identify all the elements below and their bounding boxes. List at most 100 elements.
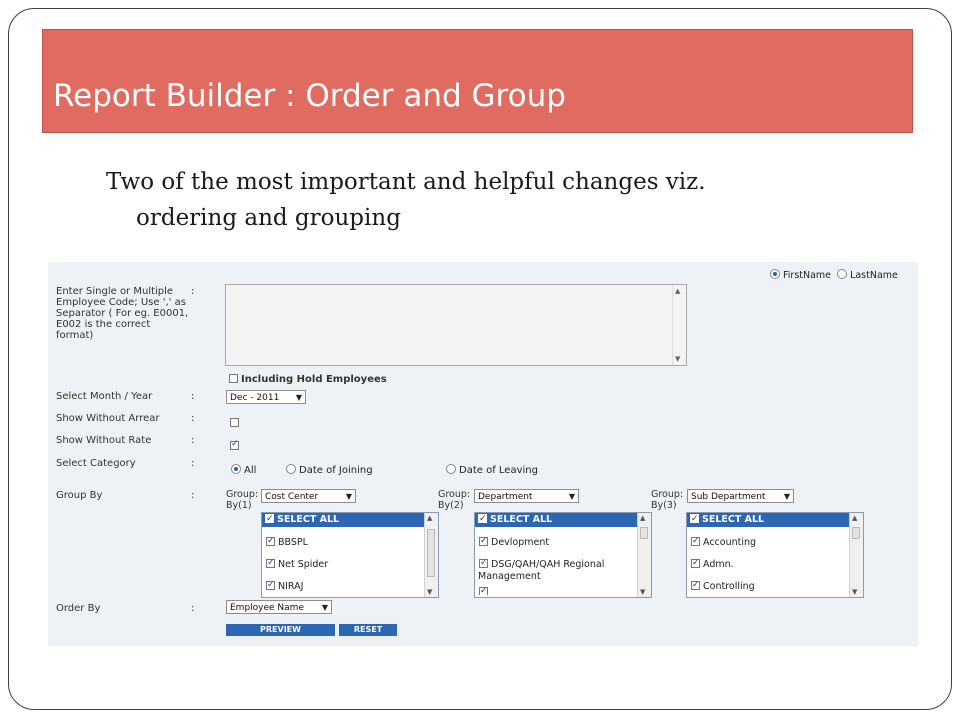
colon: : <box>191 603 195 614</box>
name-order-group: FirstName LastName <box>770 269 898 281</box>
month-year-label: Select Month / Year <box>56 391 153 402</box>
scroll-up-icon[interactable]: ▲ <box>675 287 680 295</box>
colon: : <box>191 490 195 501</box>
title-bar: Report Builder : Order and Group <box>42 29 913 133</box>
item-label: Net Spider <box>278 559 329 570</box>
without-arrear-checkbox[interactable] <box>230 418 239 427</box>
group-1-select-all[interactable]: SELECT ALL <box>262 513 425 527</box>
radio-firstname-label: FirstName <box>783 270 832 281</box>
scroll-down-icon[interactable]: ▼ <box>675 355 680 363</box>
list-item: Admn. <box>691 557 847 571</box>
preview-button[interactable]: PREVIEW <box>226 624 335 636</box>
radio-category-joining[interactable] <box>286 464 296 474</box>
group-1-listbox: SELECT ALL BBSPL Net Spider NIRAJ ▲ ▼ <box>261 512 439 598</box>
group-3-select[interactable]: Sub Department ▼ <box>687 489 794 503</box>
scroll-up-icon[interactable]: ▲ <box>640 514 645 522</box>
group-2-select[interactable]: Department ▼ <box>474 489 579 503</box>
group-2-select-all[interactable]: SELECT ALL <box>475 513 638 527</box>
colon: : <box>191 458 195 469</box>
radio-category-all[interactable] <box>231 464 241 474</box>
radio-firstname[interactable] <box>770 269 780 279</box>
employee-code-label: Enter Single or Multiple Employee Code; … <box>56 286 188 341</box>
order-by-label: Order By <box>56 603 101 614</box>
employee-code-textarea[interactable]: ▲ ▼ <box>225 284 687 366</box>
category-joining-label: Date of Joining <box>299 465 373 476</box>
scroll-up-icon[interactable]: ▲ <box>852 514 857 522</box>
slide-title: Report Builder : Order and Group <box>53 78 566 114</box>
item-checkbox[interactable] <box>691 579 700 591</box>
group-by-label: Group By <box>56 490 103 501</box>
group-3-select-all[interactable]: SELECT ALL <box>687 513 850 527</box>
group-1-value: Cost Center <box>265 492 319 502</box>
list-item: Devlopment <box>479 535 635 549</box>
group-caption-line: By(1) <box>226 500 252 511</box>
item-label: NIRAJ <box>278 581 304 592</box>
group-caption-line: Group: <box>651 489 684 500</box>
including-hold-checkbox[interactable] <box>229 374 238 383</box>
item-checkbox[interactable] <box>479 557 488 569</box>
including-hold-row: Including Hold Employees <box>229 374 387 385</box>
item-checkbox[interactable] <box>266 535 275 547</box>
category-all-label: All <box>244 465 257 476</box>
category-all: All <box>231 464 256 476</box>
item-checkbox[interactable] <box>266 557 275 569</box>
item-checkbox[interactable] <box>691 557 700 569</box>
group-2-value: Department <box>478 492 533 502</box>
colon: : <box>191 286 195 297</box>
textarea-scrollbar[interactable]: ▲ ▼ <box>672 285 686 365</box>
category-leaving-label: Date of Leaving <box>459 465 538 476</box>
group-3-value: Sub Department <box>691 492 766 502</box>
item-checkbox[interactable] <box>479 587 488 595</box>
select-all-label: SELECT ALL <box>277 514 340 525</box>
item-checkbox[interactable] <box>266 579 275 591</box>
colon: : <box>191 391 195 402</box>
without-arrear-label: Show Without Arrear <box>56 413 160 424</box>
category-leaving: Date of Leaving <box>446 464 538 476</box>
select-all-label: SELECT ALL <box>702 514 765 525</box>
employee-code-label-line: Enter Single or Multiple <box>56 286 174 297</box>
item-label: Admn. <box>703 559 734 570</box>
scroll-thumb[interactable] <box>427 529 435 577</box>
radio-lastname-label: LastName <box>850 270 898 281</box>
scroll-down-icon[interactable]: ▼ <box>640 588 645 596</box>
item-label: Accounting <box>703 537 757 548</box>
group-1-select[interactable]: Cost Center ▼ <box>261 489 356 503</box>
list-item: Net Spider <box>266 557 422 571</box>
radio-lastname[interactable] <box>837 269 848 279</box>
list-item: DSG/QAH/QAH Regional <box>479 557 635 571</box>
chevron-down-icon: ▼ <box>345 492 352 501</box>
select-all-checkbox[interactable] <box>265 513 274 526</box>
scroll-thumb[interactable] <box>640 527 648 539</box>
without-rate-checkbox[interactable] <box>230 439 239 450</box>
employee-code-label-line: E002 is the correct <box>56 319 151 330</box>
radio-category-leaving[interactable] <box>446 464 456 474</box>
listbox-scrollbar[interactable]: ▲ ▼ <box>637 513 651 597</box>
listbox-scrollbar[interactable]: ▲ ▼ <box>849 513 863 597</box>
item-checkbox[interactable] <box>691 535 700 547</box>
subtitle-line-1: Two of the most important and helpful ch… <box>106 169 706 195</box>
select-all-checkbox[interactable] <box>478 513 487 526</box>
list-item-continued: Management <box>478 571 541 582</box>
select-all-label: SELECT ALL <box>490 514 553 525</box>
chevron-down-icon: ▼ <box>568 492 575 501</box>
scroll-thumb[interactable] <box>852 527 860 539</box>
order-by-select[interactable]: Employee Name ▼ <box>226 600 332 614</box>
listbox-scrollbar[interactable]: ▲ ▼ <box>424 513 438 597</box>
group-3-caption: Group: By(3) <box>651 489 683 511</box>
chevron-down-icon: ▼ <box>295 393 302 402</box>
employee-code-label-line: Employee Code; Use ',' as <box>56 297 186 308</box>
reset-button[interactable]: RESET <box>339 624 397 636</box>
month-year-select[interactable]: Dec - 2011 ▼ <box>226 390 306 404</box>
scroll-down-icon[interactable]: ▼ <box>852 588 857 596</box>
item-label: DSG/QAH/QAH Regional <box>491 559 605 570</box>
item-label: BBSPL <box>278 537 308 548</box>
colon: : <box>191 435 195 446</box>
select-all-checkbox[interactable] <box>690 513 699 526</box>
scroll-up-icon[interactable]: ▲ <box>427 514 432 522</box>
slide-subtitle: Two of the most important and helpful ch… <box>106 164 906 236</box>
employee-code-label-line: format) <box>56 330 94 341</box>
group-2-listbox: SELECT ALL Devlopment DSG/QAH/QAH Region… <box>474 512 652 598</box>
item-checkbox[interactable] <box>479 535 488 547</box>
group-1-caption: Group: By(1) <box>226 489 258 511</box>
scroll-down-icon[interactable]: ▼ <box>427 588 432 596</box>
